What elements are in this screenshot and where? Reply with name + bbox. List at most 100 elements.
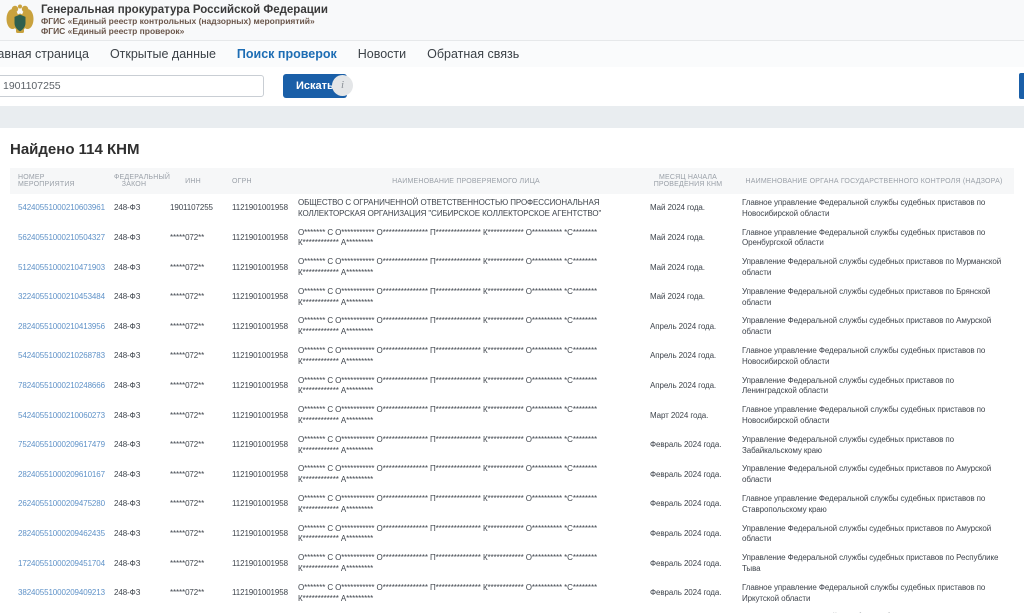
cell-ogrn: 1121901001958 xyxy=(224,224,290,254)
cell-start-month: Февраль 2024 года. xyxy=(642,520,734,550)
cell-start-month: Март 2024 года. xyxy=(642,401,734,431)
cell-ogrn: 1121901001958 xyxy=(224,194,290,224)
cell-law: 248-ФЗ xyxy=(106,224,162,254)
table-row: 28240551000209462435 248-ФЗ *****072** 1… xyxy=(10,520,1014,550)
cell-entity-name: О******* С О*********** О***************… xyxy=(290,401,642,431)
cell-control-authority: Главное управление Федеральной службы су… xyxy=(734,579,1014,609)
cell-start-month: Май 2024 года. xyxy=(642,194,734,224)
cell-inn: *****072** xyxy=(162,608,224,613)
col-header-name: НАИМЕНОВАНИЕ ПРОВЕРЯЕМОГО ЛИЦА xyxy=(290,168,642,194)
cell-law: 248-ФЗ xyxy=(106,283,162,313)
cell-ogrn: 1121901001958 xyxy=(224,431,290,461)
cell-entity-name: О******* С О*********** О***************… xyxy=(290,460,642,490)
knm-number-link[interactable]: 28240551000209462435 xyxy=(18,529,105,538)
cell-start-month: Февраль 2024 года. xyxy=(642,431,734,461)
cell-number: 28240551000210413956 xyxy=(10,312,106,342)
cell-ogrn: 1121901001958 xyxy=(224,372,290,402)
cell-control-authority: Главное управление Федеральной службы су… xyxy=(734,490,1014,520)
cell-inn: *****072** xyxy=(162,372,224,402)
table-row: 56240551000210504327 248-ФЗ *****072** 1… xyxy=(10,224,1014,254)
table-row: 29240551000209176380 248-ФЗ *****072** 1… xyxy=(10,608,1014,613)
results-rows: 54240551000210603961 248-ФЗ 1901107255 1… xyxy=(10,194,1014,613)
knm-number-link[interactable]: 26240551000209475280 xyxy=(18,499,105,508)
nav-list: Главная страница Открытые данные Поиск про… xyxy=(0,47,540,61)
cell-entity-name: О******* С О*********** О***************… xyxy=(290,490,642,520)
knm-number-link[interactable]: 78240551000210248666 xyxy=(18,381,105,390)
knm-number-link[interactable]: 17240551000209451704 xyxy=(18,559,105,568)
cell-control-authority: Главное управление Федеральной службы су… xyxy=(734,224,1014,254)
cell-control-authority: Управление Федеральной службы судебных п… xyxy=(734,460,1014,490)
cell-ogrn: 1121901001958 xyxy=(224,549,290,579)
cell-start-month: Январь 2024 года. xyxy=(642,608,734,613)
cell-control-authority: Главное управление Федеральной службы су… xyxy=(734,342,1014,372)
cell-law: 248-ФЗ xyxy=(106,372,162,402)
cell-entity-name: О******* С О*********** О***************… xyxy=(290,342,642,372)
cell-entity-name: О******* С О*********** О***************… xyxy=(290,312,642,342)
table-row: 38240551000209409213 248-ФЗ *****072** 1… xyxy=(10,579,1014,609)
knm-number-link[interactable]: 28240551000209610167 xyxy=(18,470,105,479)
clipped-right-button[interactable] xyxy=(1019,73,1024,99)
cell-control-authority: Управление Федеральной службы судебных п… xyxy=(734,549,1014,579)
cell-inn: *****072** xyxy=(162,549,224,579)
cell-inn: *****072** xyxy=(162,312,224,342)
cell-entity-name: О******* С О*********** О***************… xyxy=(290,224,642,254)
cell-control-authority: Управление Федеральной службы судебных п… xyxy=(734,253,1014,283)
site-header: Генеральная прокуратура Российской Федер… xyxy=(0,0,1024,41)
cell-number: 75240551000209617479 xyxy=(10,431,106,461)
cell-start-month: Февраль 2024 года. xyxy=(642,490,734,520)
table-row: 28240551000209610167 248-ФЗ *****072** 1… xyxy=(10,460,1014,490)
cell-ogrn: 1121901001958 xyxy=(224,520,290,550)
cell-law: 248-ФЗ xyxy=(106,312,162,342)
cell-law: 248-ФЗ xyxy=(106,194,162,224)
knm-number-link[interactable]: 51240551000210471903 xyxy=(18,263,105,272)
prosecutor-emblem-icon xyxy=(5,3,35,37)
knm-number-link[interactable]: 54240551000210268783 xyxy=(18,351,105,360)
cell-law: 248-ФЗ xyxy=(106,490,162,520)
knm-number-link[interactable]: 54240551000210060273 xyxy=(18,411,105,420)
cell-control-authority: Управление Федеральной службы судебных п… xyxy=(734,312,1014,342)
knm-number-link[interactable]: 28240551000210413956 xyxy=(18,322,105,331)
knm-number-link[interactable]: 32240551000210453484 xyxy=(18,292,105,301)
nav-item[interactable]: Поиск проверок xyxy=(237,47,337,61)
cell-ogrn: 1121901001958 xyxy=(224,608,290,613)
cell-law: 248-ФЗ xyxy=(106,608,162,613)
cell-start-month: Апрель 2024 года. xyxy=(642,372,734,402)
cell-start-month: Февраль 2024 года. xyxy=(642,549,734,579)
knm-number-link[interactable]: 56240551000210504327 xyxy=(18,233,105,242)
cell-ogrn: 1121901001958 xyxy=(224,460,290,490)
main-nav: Главная страница Открытые данные Поиск про… xyxy=(0,41,1024,67)
cell-entity-name: ОБЩЕСТВО С ОГРАНИЧЕННОЙ ОТВЕТСТВЕННОСТЬЮ… xyxy=(290,194,642,224)
cell-number: 56240551000210504327 xyxy=(10,224,106,254)
org-title: Генеральная прокуратура Российской Федер… xyxy=(41,4,328,17)
nav-item[interactable]: Новости xyxy=(358,47,406,61)
cell-number: 54240551000210060273 xyxy=(10,401,106,431)
cell-entity-name: О******* С О*********** О***************… xyxy=(290,253,642,283)
col-header-number: НОМЕР МЕРОПРИЯТИЯ xyxy=(10,168,106,194)
cell-entity-name: О******* С О*********** О***************… xyxy=(290,579,642,609)
cell-control-authority: Управление Федеральной службы судебных п… xyxy=(734,431,1014,461)
cell-inn: *****072** xyxy=(162,460,224,490)
table-row: 54240551000210060273 248-ФЗ *****072** 1… xyxy=(10,401,1014,431)
cell-law: 248-ФЗ xyxy=(106,549,162,579)
cell-start-month: Апрель 2024 года. xyxy=(642,312,734,342)
knm-number-link[interactable]: 38240551000209409213 xyxy=(18,588,105,597)
knm-number-link[interactable]: 75240551000209617479 xyxy=(18,440,105,449)
cell-inn: 1901107255 xyxy=(162,194,224,224)
search-input[interactable] xyxy=(0,75,264,97)
cell-entity-name: О******* С О*********** О***************… xyxy=(290,520,642,550)
nav-item[interactable]: Открытые данные xyxy=(110,47,216,61)
col-header-law: ФЕДЕРАЛЬНЫЙ ЗАКОН xyxy=(106,168,162,194)
nav-item[interactable]: Обратная связь xyxy=(427,47,519,61)
table-row: 75240551000209617479 248-ФЗ *****072** 1… xyxy=(10,431,1014,461)
results-count-title: Найдено 114 КНМ xyxy=(10,141,1014,158)
table-row: 54240551000210268783 248-ФЗ *****072** 1… xyxy=(10,342,1014,372)
cell-number: 38240551000209409213 xyxy=(10,579,106,609)
cell-number: 32240551000210453484 xyxy=(10,283,106,313)
nav-item[interactable]: Главная страница xyxy=(0,47,89,61)
cell-start-month: Май 2024 года. xyxy=(642,253,734,283)
col-header-ogrn: ОГРН xyxy=(224,168,290,194)
knm-number-link[interactable]: 54240551000210603961 xyxy=(18,203,105,212)
info-icon[interactable]: i xyxy=(332,75,353,96)
cell-entity-name: О******* С О*********** О***************… xyxy=(290,372,642,402)
cell-number: 28240551000209462435 xyxy=(10,520,106,550)
